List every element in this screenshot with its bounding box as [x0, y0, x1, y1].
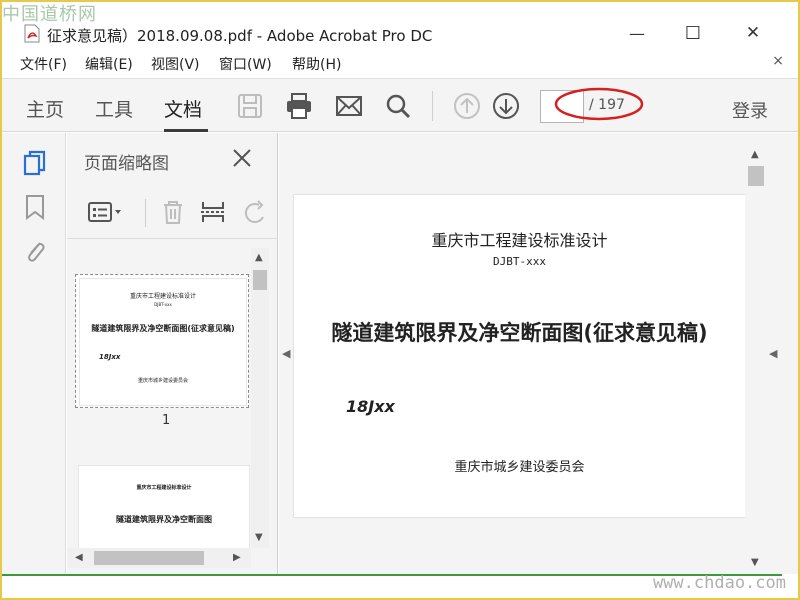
- rotate-page-icon[interactable]: [241, 199, 269, 225]
- navigation-rail: [2, 133, 66, 574]
- maximize-button[interactable]: ☐: [670, 18, 716, 48]
- red-annotation-ellipse: [554, 87, 644, 121]
- save-icon[interactable]: [235, 91, 265, 121]
- close-panel-icon[interactable]: [229, 145, 255, 171]
- thumbnail-page-number: 1: [162, 413, 171, 428]
- close-window-button[interactable]: ✕: [730, 18, 776, 48]
- menu-view[interactable]: 视图(V): [151, 54, 200, 74]
- thumb1-number: 18Jxx: [99, 353, 121, 361]
- tab-home[interactable]: 主页: [26, 95, 64, 122]
- doc-scroll-down-arrow-icon[interactable]: ▼: [751, 557, 759, 568]
- toolbar-separator: [432, 91, 433, 121]
- email-icon[interactable]: [334, 91, 364, 121]
- thumbnails-vertical-scrollbar[interactable]: ▲ ▼: [251, 248, 269, 548]
- scroll-left-arrow-icon[interactable]: ◀: [75, 552, 83, 563]
- collapse-left-arrow-icon[interactable]: ◀: [282, 347, 290, 360]
- watermark-bottom: www.chdao.com: [652, 573, 786, 593]
- document-viewport[interactable]: ◀ 重庆市工程建设标准设计 DJBT-xxx 隧道建筑限界及净空断面图(征求意见…: [279, 133, 745, 574]
- options-menu-icon[interactable]: [87, 199, 125, 225]
- menu-file[interactable]: 文件(F): [20, 54, 67, 74]
- thumbnail-page-1[interactable]: 重庆市工程建设标准设计 DJBT-xxx 隧道建筑限界及净空断面图(征求意见稿)…: [75, 274, 249, 408]
- tab-tools[interactable]: 工具: [95, 95, 133, 122]
- panel-toolbar-separator: [145, 199, 146, 227]
- thumbnails-horizontal-scrollbar[interactable]: ◀ ▶: [67, 548, 251, 568]
- right-pane-toggle: ◀: [767, 133, 798, 574]
- attachments-icon[interactable]: [22, 237, 48, 265]
- doc-code: DJBT-xxx: [493, 255, 546, 268]
- login-button[interactable]: 登录: [732, 97, 768, 123]
- main-toolbar: 主页 工具 文档 / 197 登录: [2, 78, 798, 132]
- page-thumbnails-icon[interactable]: [22, 149, 48, 177]
- scroll-down-arrow-icon[interactable]: ▼: [255, 532, 263, 543]
- extract-page-icon[interactable]: [199, 199, 227, 225]
- minimize-button[interactable]: —: [614, 18, 660, 48]
- doc-title: 隧道建筑限界及净空断面图(征求意见稿): [331, 321, 708, 345]
- panel-title: 页面缩略图: [84, 154, 169, 174]
- thumb1-code: DJBT-xxx: [154, 302, 172, 307]
- thumb2-title: 隧道建筑限界及净空断面图: [116, 515, 212, 524]
- scrollbar-thumb[interactable]: [94, 551, 204, 565]
- scroll-up-arrow-icon[interactable]: ▲: [255, 252, 263, 263]
- thumbnail-page-2[interactable]: 重庆市工程建设标准设计 隧道建筑限界及净空断面图: [79, 466, 249, 548]
- menu-window[interactable]: 窗口(W): [219, 54, 272, 74]
- watermark-top: 中国道桥网: [2, 4, 97, 25]
- thumbnail-list: 重庆市工程建设标准设计 DJBT-xxx 隧道建筑限界及净空断面图(征求意见稿)…: [67, 248, 251, 548]
- thumb2-header: 重庆市工程建设标准设计: [136, 485, 192, 491]
- title-bar: 征求意见稿）2018.09.08.pdf - Adobe Acrobat Pro…: [2, 2, 798, 48]
- menu-edit[interactable]: 编辑(E): [85, 54, 133, 74]
- next-page-icon[interactable]: [491, 91, 521, 121]
- scrollbar-thumb[interactable]: [253, 270, 267, 290]
- doc-issuer: 重庆市城乡建设委员会: [454, 460, 585, 475]
- doc-scroll-up-arrow-icon[interactable]: ▲: [751, 149, 759, 160]
- menu-bar: 文件(F) 编辑(E) 视图(V) 窗口(W) 帮助(H) ×: [2, 50, 798, 76]
- delete-page-icon[interactable]: [159, 199, 187, 225]
- tab-document[interactable]: 文档: [164, 95, 202, 122]
- scroll-right-arrow-icon[interactable]: ▶: [233, 552, 241, 563]
- menu-close-icon[interactable]: ×: [772, 53, 784, 69]
- thumbnail-page-1-content: 重庆市工程建设标准设计 DJBT-xxx 隧道建筑限界及净空断面图(征求意见稿)…: [80, 279, 246, 405]
- doc-number: 18Jxx: [346, 397, 395, 416]
- thumb1-issuer: 重庆市城乡建设委员会: [137, 378, 188, 384]
- previous-page-icon[interactable]: [452, 91, 482, 121]
- doc-scrollbar-thumb[interactable]: [748, 166, 764, 186]
- search-icon[interactable]: [383, 91, 413, 121]
- print-icon[interactable]: [284, 91, 314, 121]
- bookmarks-icon[interactable]: [22, 193, 48, 221]
- menu-help[interactable]: 帮助(H): [292, 54, 341, 74]
- document-page[interactable]: 重庆市工程建设标准设计 DJBT-xxx 隧道建筑限界及净空断面图(征求意见稿)…: [294, 195, 745, 517]
- doc-header: 重庆市工程建设标准设计: [431, 231, 608, 250]
- pdf-file-icon: [24, 24, 40, 43]
- panel-toolbar: [67, 185, 278, 239]
- document-vertical-scrollbar[interactable]: ▲ ▼: [745, 133, 767, 574]
- thumb1-title: 隧道建筑限界及净空断面图(征求意见稿): [91, 324, 235, 333]
- window-title: 征求意见稿）2018.09.08.pdf - Adobe Acrobat Pro…: [47, 27, 433, 45]
- expand-right-pane-icon[interactable]: ◀: [769, 347, 777, 360]
- thumbnails-panel: 页面缩略图 重庆市工程建设标准设计 DJBT-xxx 隧道建筑限界及净空断面图(…: [67, 133, 278, 574]
- active-tab-underline: [164, 129, 208, 132]
- thumb1-header: 重庆市工程建设标准设计: [129, 293, 196, 300]
